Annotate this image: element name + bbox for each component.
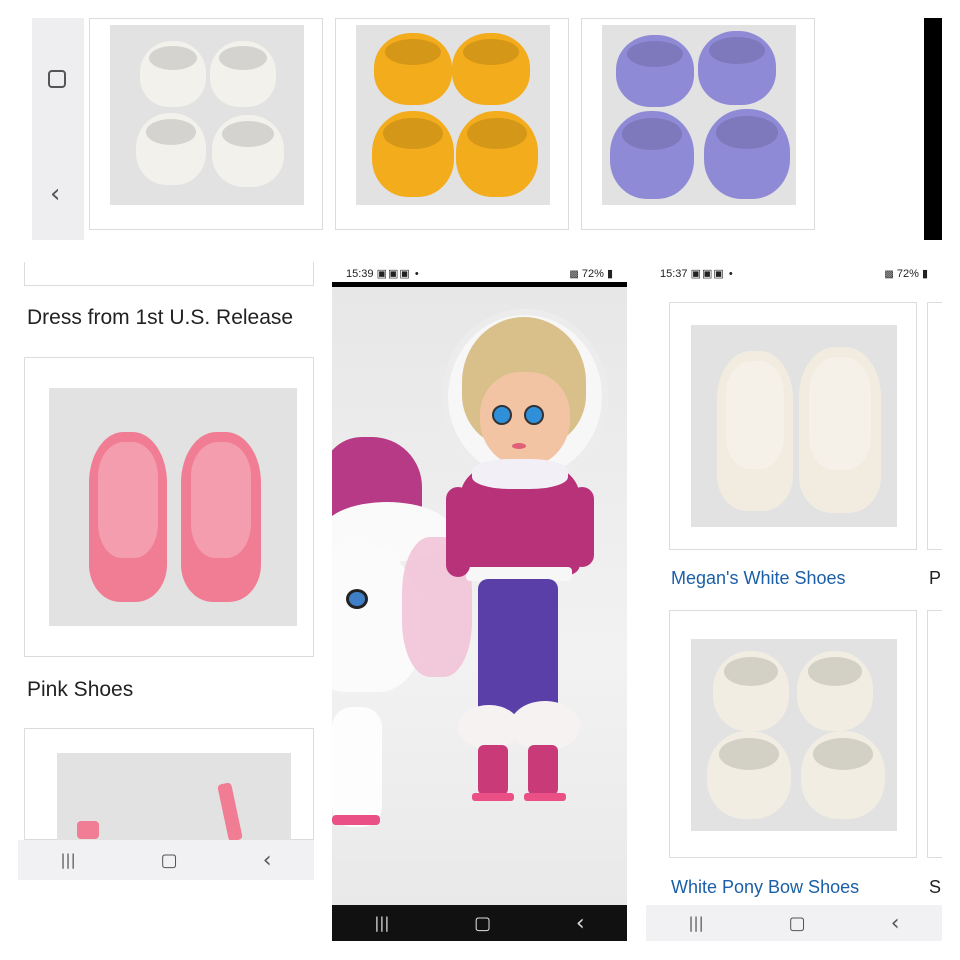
- product-photo-yellow: [356, 25, 550, 205]
- doll-eye-left: [492, 405, 512, 425]
- back-button[interactable]: ‹: [576, 911, 585, 936]
- pink-shoes-caption: Pink Shoes: [27, 678, 134, 701]
- product-card-lavender[interactable]: [581, 18, 815, 230]
- megans-white-shoes-link[interactable]: Megan's White Shoes: [671, 568, 846, 589]
- product-card-white[interactable]: [89, 18, 323, 230]
- pink-strap: [217, 782, 243, 841]
- signal-icon: ▩: [569, 268, 579, 280]
- yellow-shoe: [452, 33, 530, 105]
- right-panel: 15:37 ▣▣▣ • ▩ 72% ▮ Megan's White Shoes …: [646, 260, 942, 941]
- pink-shoe-left: [89, 432, 167, 602]
- top-panel: ‹: [32, 18, 942, 240]
- recents-button[interactable]: |||: [689, 914, 704, 932]
- doll-skate-left: [472, 793, 514, 801]
- bow-shoe: [707, 731, 791, 819]
- home-button[interactable]: ▢: [161, 850, 178, 871]
- recents-button[interactable]: |||: [61, 851, 76, 869]
- doll-arm-right: [570, 487, 594, 567]
- doll-skate-right: [524, 793, 566, 801]
- megans-white-shoes-photo: [691, 325, 897, 527]
- product-card-yellow[interactable]: [335, 18, 569, 230]
- center-panel: 15:39 ▣▣▣ • ▩ 72% ▮ ||| ▢ ‹: [332, 260, 627, 941]
- peek-caption-1: P: [929, 568, 942, 588]
- doll-mouth: [512, 443, 526, 449]
- home-button[interactable]: ▢: [789, 913, 806, 934]
- recents-button[interactable]: |||: [374, 914, 389, 932]
- pink-shoe-right: [181, 432, 261, 602]
- white-pony-bow-shoes-card[interactable]: [669, 610, 917, 858]
- battery-icon: ▮: [921, 267, 928, 280]
- white-flat-right: [799, 347, 881, 513]
- center-navbar: ||| ▢ ‹: [332, 905, 627, 941]
- yellow-shoe: [372, 111, 454, 197]
- lavender-shoe: [616, 35, 694, 107]
- chevron-left-icon[interactable]: ‹: [50, 181, 60, 207]
- lavender-shoe: [704, 109, 790, 199]
- right-navbar: ||| ▢ ‹: [646, 905, 942, 941]
- back-button[interactable]: ‹: [263, 848, 272, 873]
- battery-icon: ▮: [606, 267, 613, 280]
- doll-pants: [478, 579, 558, 719]
- peek-caption-2: S: [929, 877, 942, 897]
- white-shoe: [210, 41, 276, 107]
- right-status-bar: 15:37 ▣▣▣ • ▩ 72% ▮: [646, 260, 942, 286]
- peek-card-1: [927, 302, 942, 550]
- left-navbar: ||| ▢ ‹: [18, 840, 314, 880]
- lavender-shoe: [698, 31, 776, 105]
- yellow-shoe: [456, 111, 538, 197]
- doll-jacket-collar: [472, 459, 568, 489]
- battery-text: 72%: [896, 267, 919, 280]
- next-card-photo: [57, 753, 291, 841]
- back-button[interactable]: ‹: [891, 911, 900, 936]
- white-shoe: [212, 115, 284, 187]
- edge-bar: [924, 18, 942, 240]
- home-button[interactable]: ▢: [474, 913, 491, 934]
- white-flat-left: [717, 351, 793, 511]
- previous-card-bottom: [24, 262, 314, 286]
- left-panel: Dress from 1st U.S. Release Pink Shoes |…: [18, 262, 314, 880]
- pink-shoes-card[interactable]: [24, 357, 314, 657]
- square-icon[interactable]: [48, 70, 66, 88]
- notification-icons: ▣▣▣ •: [690, 267, 734, 280]
- white-pony-bow-shoes-photo: [691, 639, 897, 831]
- signal-icon: ▩: [884, 268, 894, 280]
- pony-eye: [346, 589, 368, 609]
- doll-boot-right: [528, 745, 558, 795]
- white-shoe: [136, 113, 206, 185]
- product-photo-lavender: [602, 25, 796, 205]
- pink-shoes-photo: [49, 388, 297, 626]
- status-right: ▩ 72% ▮: [884, 267, 928, 280]
- status-time: 15:39: [346, 267, 374, 280]
- pink-strap: [77, 821, 99, 839]
- doll-photo: [332, 287, 627, 905]
- bow-shoe: [797, 651, 873, 731]
- doll-arm-left: [446, 487, 470, 577]
- white-shoe: [140, 41, 206, 107]
- megans-white-shoes-card[interactable]: [669, 302, 917, 550]
- bow-shoe: [713, 651, 789, 731]
- doll-boot-fur-right: [510, 701, 580, 751]
- white-pony-bow-shoes-link[interactable]: White Pony Bow Shoes: [671, 877, 859, 898]
- yellow-shoe: [374, 33, 452, 105]
- product-photo-white: [110, 25, 304, 205]
- status-time: 15:37: [660, 267, 688, 280]
- status-right: ▩ 72% ▮: [569, 267, 613, 280]
- dress-caption: Dress from 1st U.S. Release: [27, 306, 294, 329]
- next-card[interactable]: [24, 728, 314, 841]
- doll-boot-left: [478, 745, 508, 795]
- battery-text: 72%: [581, 267, 604, 280]
- status-left: 15:37 ▣▣▣ •: [660, 267, 734, 280]
- bow-shoe: [801, 731, 885, 819]
- doll-eye-right: [524, 405, 544, 425]
- lavender-shoe: [610, 111, 694, 199]
- notification-icons: ▣▣▣ •: [376, 267, 420, 280]
- peek-card-2: [927, 610, 942, 858]
- status-left: 15:39 ▣▣▣ •: [346, 267, 420, 280]
- pony-leg: [332, 707, 382, 827]
- pony-skate: [332, 815, 380, 825]
